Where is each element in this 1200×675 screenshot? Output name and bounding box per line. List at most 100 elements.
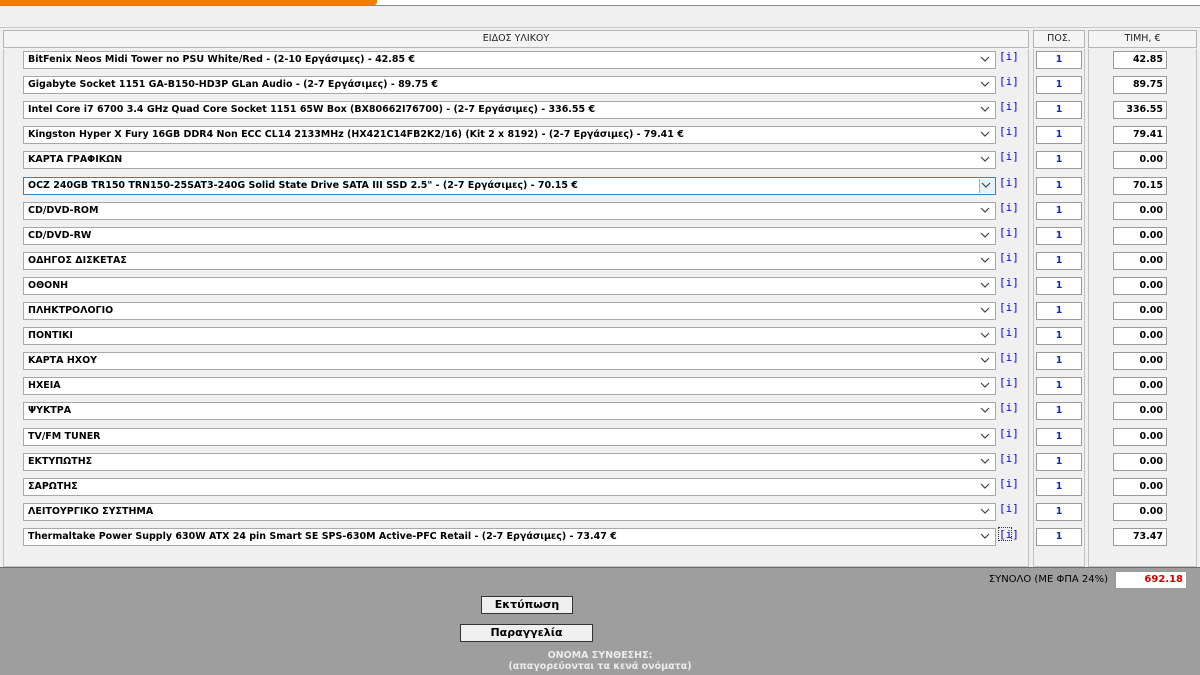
info-link[interactable]: [i] bbox=[999, 150, 1019, 164]
info-link[interactable]: [i] bbox=[999, 226, 1019, 240]
component-select[interactable]: CD/DVD-RW bbox=[23, 227, 996, 245]
chevron-down-icon[interactable] bbox=[979, 78, 993, 92]
chevron-down-icon[interactable] bbox=[979, 204, 993, 218]
price-field: 0.00 bbox=[1113, 478, 1167, 496]
info-link[interactable]: [i] bbox=[999, 477, 1019, 491]
quantity-field[interactable]: 1 bbox=[1036, 528, 1082, 546]
quantity-field[interactable]: 1 bbox=[1036, 227, 1082, 245]
quantity-field[interactable]: 1 bbox=[1036, 277, 1082, 295]
info-link[interactable]: [i] bbox=[999, 401, 1019, 415]
info-link[interactable]: [i] bbox=[999, 452, 1019, 466]
component-select[interactable]: BitFenix Neos Midi Tower no PSU White/Re… bbox=[23, 51, 996, 69]
component-select[interactable]: ΕΚΤΥΠΩΤΗΣ bbox=[23, 453, 996, 471]
chevron-down-icon[interactable] bbox=[979, 53, 993, 67]
quantity-field[interactable]: 1 bbox=[1036, 76, 1082, 94]
info-link[interactable]: [i] bbox=[999, 376, 1019, 390]
chevron-down-icon[interactable] bbox=[979, 480, 993, 494]
chevron-down-icon[interactable] bbox=[979, 304, 993, 318]
info-link[interactable]: [i] bbox=[999, 502, 1019, 516]
chevron-down-icon[interactable] bbox=[979, 329, 993, 343]
quantity-field[interactable]: 1 bbox=[1036, 101, 1082, 119]
info-link[interactable]: [i] bbox=[999, 351, 1019, 365]
header-price-column: ΤΙΜΗ, € bbox=[1088, 30, 1197, 48]
quantity-field[interactable]: 1 bbox=[1036, 503, 1082, 521]
component-select[interactable]: ΗΧΕΙΑ bbox=[23, 377, 996, 395]
component-select-value: Kingston Hyper X Fury 16GB DDR4 Non ECC … bbox=[28, 129, 684, 140]
chevron-down-icon[interactable] bbox=[979, 254, 993, 268]
component-select[interactable]: ΟΘΟΝΗ bbox=[23, 277, 996, 295]
info-link[interactable]: [i] bbox=[999, 251, 1019, 265]
price-field: 336.55 bbox=[1113, 101, 1167, 119]
component-select[interactable]: ΠΛΗΚΤΡΟΛΟΓΙΟ bbox=[23, 302, 996, 320]
quantity-field[interactable]: 1 bbox=[1036, 302, 1082, 320]
component-select[interactable]: ΨΥΚΤΡΑ bbox=[23, 402, 996, 420]
info-link[interactable]: [i] bbox=[999, 176, 1019, 190]
price-field: 0.00 bbox=[1113, 377, 1167, 395]
info-link[interactable]: [i] bbox=[999, 100, 1019, 114]
chevron-down-icon[interactable] bbox=[979, 455, 993, 469]
info-link[interactable]: [i] bbox=[999, 201, 1019, 215]
info-link[interactable]: [i] bbox=[999, 75, 1019, 89]
component-select-value: Thermaltake Power Supply 630W ATX 24 pin… bbox=[28, 531, 617, 542]
component-select[interactable]: Thermaltake Power Supply 630W ATX 24 pin… bbox=[23, 528, 996, 546]
chevron-down-icon[interactable] bbox=[979, 404, 993, 418]
chevron-down-icon[interactable] bbox=[979, 505, 993, 519]
info-link[interactable]: [i] bbox=[999, 427, 1019, 441]
quantity-field[interactable]: 1 bbox=[1036, 453, 1082, 471]
quantity-field[interactable]: 1 bbox=[1036, 428, 1082, 446]
quantity-field[interactable]: 1 bbox=[1036, 151, 1082, 169]
quantity-field[interactable]: 1 bbox=[1036, 252, 1082, 270]
component-select-value: ΚΑΡΤΑ ΗΧΟΥ bbox=[28, 355, 98, 366]
chevron-down-icon[interactable] bbox=[979, 153, 993, 167]
print-button[interactable]: Εκτύπωση bbox=[481, 596, 573, 614]
table-row: ΣΑΡΩΤΗΣ [i] 1 0.00 bbox=[0, 475, 1200, 500]
price-field: 0.00 bbox=[1113, 428, 1167, 446]
component-select[interactable]: CD/DVD-ROM bbox=[23, 202, 996, 220]
component-select[interactable]: ΣΑΡΩΤΗΣ bbox=[23, 478, 996, 496]
quantity-field[interactable]: 1 bbox=[1036, 327, 1082, 345]
quantity-field[interactable]: 1 bbox=[1036, 478, 1082, 496]
component-select[interactable]: OCZ 240GB TR150 TRN150-25SAT3-240G Solid… bbox=[23, 177, 996, 195]
chevron-down-icon[interactable] bbox=[979, 530, 993, 544]
price-field: 42.85 bbox=[1113, 51, 1167, 69]
component-select[interactable]: ΚΑΡΤΑ ΗΧΟΥ bbox=[23, 352, 996, 370]
price-field: 0.00 bbox=[1113, 202, 1167, 220]
order-button[interactable]: Παραγγελία bbox=[460, 624, 593, 642]
component-select-value: ΕΚΤΥΠΩΤΗΣ bbox=[28, 456, 93, 467]
info-link[interactable]: [i] bbox=[998, 527, 1019, 541]
component-select[interactable]: ΟΔΗΓΟΣ ΔΙΣΚΕΤΑΣ bbox=[23, 252, 996, 270]
chevron-down-icon[interactable] bbox=[979, 229, 993, 243]
chevron-down-icon[interactable] bbox=[979, 128, 993, 142]
quantity-field[interactable]: 1 bbox=[1036, 51, 1082, 69]
quantity-field[interactable]: 1 bbox=[1036, 402, 1082, 420]
quantity-field[interactable]: 1 bbox=[1036, 377, 1082, 395]
info-link[interactable]: [i] bbox=[999, 301, 1019, 315]
component-select[interactable]: ΠΟΝΤΙΚΙ bbox=[23, 327, 996, 345]
chevron-down-icon[interactable] bbox=[979, 379, 993, 393]
chevron-down-icon[interactable] bbox=[979, 430, 993, 444]
info-link[interactable]: [i] bbox=[999, 326, 1019, 340]
toolbar-strip bbox=[0, 6, 1200, 28]
info-link[interactable]: [i] bbox=[999, 125, 1019, 139]
quantity-field[interactable]: 1 bbox=[1036, 202, 1082, 220]
info-link[interactable]: [i] bbox=[999, 276, 1019, 290]
chevron-down-icon[interactable] bbox=[979, 103, 993, 117]
component-select-value: ΠΟΝΤΙΚΙ bbox=[28, 330, 73, 341]
component-select-value: CD/DVD-ROM bbox=[28, 205, 99, 216]
info-link[interactable]: [i] bbox=[999, 50, 1019, 64]
component-select[interactable]: Intel Core i7 6700 3.4 GHz Quad Core Soc… bbox=[23, 101, 996, 119]
chevron-down-icon[interactable] bbox=[979, 354, 993, 368]
component-select[interactable]: ΚΑΡΤΑ ΓΡΑΦΙΚΩΝ bbox=[23, 151, 996, 169]
total-value: 692.18 bbox=[1115, 571, 1187, 589]
chevron-down-icon[interactable] bbox=[979, 179, 995, 193]
chevron-down-icon[interactable] bbox=[979, 279, 993, 293]
component-select[interactable]: TV/FM TUNER bbox=[23, 428, 996, 446]
quantity-field[interactable]: 1 bbox=[1036, 126, 1082, 144]
quantity-field[interactable]: 1 bbox=[1036, 177, 1082, 195]
quantity-field[interactable]: 1 bbox=[1036, 352, 1082, 370]
component-select[interactable]: Kingston Hyper X Fury 16GB DDR4 Non ECC … bbox=[23, 126, 996, 144]
table-row: ΚΑΡΤΑ ΗΧΟΥ [i] 1 0.00 bbox=[0, 349, 1200, 374]
component-select[interactable]: ΛΕΙΤΟΥΡΓΙΚΟ ΣΥΣΤΗΜΑ bbox=[23, 503, 996, 521]
component-select-value: Intel Core i7 6700 3.4 GHz Quad Core Soc… bbox=[28, 104, 596, 115]
component-select[interactable]: Gigabyte Socket 1151 GA-B150-HD3P GLan A… bbox=[23, 76, 996, 94]
